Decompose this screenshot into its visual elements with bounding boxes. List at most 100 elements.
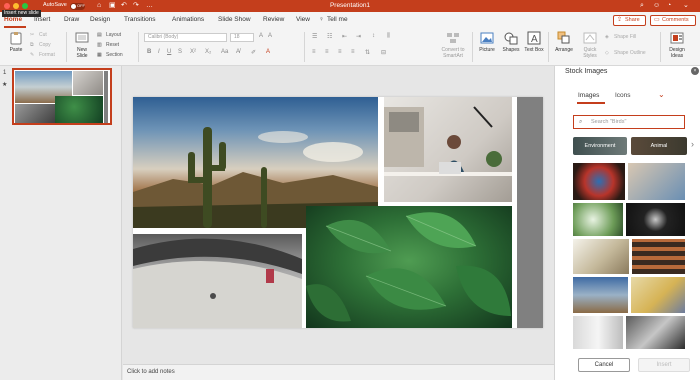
tab-tell-me[interactable]: Tell me (327, 16, 348, 23)
font-name-dropdown[interactable]: Calibri (Body) (144, 33, 227, 42)
align-text-icon[interactable]: ⊟ (381, 49, 386, 56)
tab-animations[interactable]: Animations (172, 16, 204, 23)
increase-font-icon[interactable]: A (259, 33, 263, 39)
chevron-right-icon[interactable]: › (691, 139, 694, 149)
arrange-button[interactable]: Arrange (552, 31, 576, 53)
change-case-icon[interactable]: Aa (221, 49, 228, 55)
decrease-font-icon[interactable]: A (268, 33, 272, 39)
subscript-icon[interactable]: X₂ (205, 49, 211, 55)
tab-images[interactable]: Images (578, 92, 599, 99)
stock-image-hands[interactable] (628, 163, 685, 200)
curved-architecture-image[interactable] (133, 234, 302, 328)
stock-image-book[interactable] (573, 316, 623, 349)
line-spacing-icon[interactable]: ↕ (372, 33, 375, 39)
font-color-icon[interactable]: A (266, 49, 270, 55)
green-leaves-image[interactable] (306, 206, 512, 328)
underline-icon[interactable]: U (167, 49, 171, 55)
paste-button[interactable]: Paste (6, 31, 26, 53)
category-chip-environment[interactable]: Environment (573, 137, 627, 155)
stock-image-architecture[interactable] (626, 316, 685, 349)
tab-transitions[interactable]: Transitions (124, 16, 156, 23)
bold-icon[interactable]: B (147, 49, 151, 55)
category-chip-animal[interactable]: Animal (631, 137, 687, 155)
search-icon[interactable]: ⌕ (640, 2, 644, 10)
smiley-icon[interactable]: ☺ (653, 2, 660, 10)
tab-view[interactable]: View (296, 16, 310, 23)
account-icon[interactable]: ◔ (667, 2, 671, 10)
new-slide-button[interactable]: New Slide (72, 31, 92, 59)
thumb-architecture-image (15, 104, 55, 123)
chevron-down-icon[interactable]: ⌄ (658, 90, 665, 99)
ribbon-options-icon[interactable]: ⌄ (683, 2, 689, 10)
tab-insert[interactable]: Insert (34, 16, 50, 23)
clear-formatting-icon[interactable]: A̸ (236, 49, 240, 55)
reset-icon[interactable]: ▥ (97, 42, 102, 48)
section-button[interactable]: Section (106, 52, 123, 58)
decrease-indent-icon[interactable]: ⇤ (342, 33, 347, 40)
tab-home[interactable]: Home (4, 16, 22, 23)
leaves-illustration (306, 212, 511, 322)
quick-styles-button[interactable]: Quick Styles (578, 31, 602, 59)
font-size-dropdown[interactable]: 18 (230, 33, 254, 42)
design-ideas-button[interactable]: Design Ideas (664, 31, 690, 59)
justify-icon[interactable]: ≡ (351, 49, 355, 55)
superscript-icon[interactable]: X² (190, 49, 196, 55)
stock-image-mandrill[interactable] (573, 163, 625, 200)
shape-outline-icon[interactable]: ◇ (605, 50, 609, 56)
stock-image-flower[interactable] (573, 203, 623, 236)
copy-icon[interactable]: ⧉ (30, 42, 34, 48)
tab-draw[interactable]: Draw (64, 16, 79, 23)
picture-button[interactable]: Picture (476, 31, 498, 53)
gray-accent-bar[interactable] (517, 97, 543, 328)
reset-button[interactable]: Reset (106, 42, 119, 48)
pane-title: Stock Images (565, 68, 608, 75)
columns-icon[interactable]: ⫼ (387, 33, 390, 40)
stock-image-sunlight-tree[interactable] (573, 239, 629, 274)
slide-thumbnail-1[interactable] (12, 68, 112, 125)
layout-button[interactable]: Layout (106, 32, 121, 38)
text-direction-icon[interactable]: ⇅ (365, 49, 370, 56)
section-icon[interactable]: ▦ (97, 52, 102, 58)
increase-indent-icon[interactable]: ⇥ (356, 33, 361, 40)
search-input[interactable]: ⌕ Search "Birds" (573, 115, 685, 129)
cancel-button[interactable]: Cancel (578, 358, 630, 372)
slide-canvas[interactable] (133, 97, 543, 328)
new-slide-label: New Slide (76, 47, 88, 59)
stock-image-woman-yellow[interactable] (631, 277, 685, 313)
format-painter-button[interactable]: Format (39, 52, 55, 58)
tab-design[interactable]: Design (90, 16, 110, 23)
strikethrough-icon[interactable]: S (178, 49, 182, 55)
tab-review[interactable]: Review (263, 16, 284, 23)
bullets-icon[interactable]: ☰ (312, 33, 317, 40)
shape-outline-button[interactable]: Shape Outline (614, 50, 646, 56)
align-left-icon[interactable]: ≡ (312, 49, 316, 55)
numbering-icon[interactable]: ☷ (327, 33, 332, 40)
shape-fill-icon[interactable]: ◈ (605, 34, 609, 40)
text-box-button[interactable]: A Text Box (523, 31, 545, 53)
format-painter-icon[interactable]: ✎ (30, 52, 34, 58)
cut-button[interactable]: Cut (39, 32, 47, 38)
italic-icon[interactable]: I (158, 49, 160, 55)
align-center-icon[interactable]: ≡ (325, 49, 329, 55)
office-woman-image[interactable] (384, 97, 512, 202)
cut-icon[interactable]: ✂ (30, 32, 34, 38)
share-button[interactable]: ⇪ Share (613, 15, 646, 26)
shape-fill-button[interactable]: Shape Fill (614, 34, 636, 40)
tab-icons[interactable]: Icons (615, 92, 631, 99)
close-icon[interactable]: × (691, 67, 699, 75)
insert-button[interactable]: Insert (638, 358, 690, 372)
align-right-icon[interactable]: ≡ (338, 49, 342, 55)
copy-button[interactable]: Copy (39, 42, 51, 48)
convert-smartart-button[interactable]: Convert to SmartArt (433, 31, 473, 59)
shapes-button[interactable]: Shapes (500, 31, 522, 53)
tab-slide-show[interactable]: Slide Show (218, 16, 251, 23)
layout-icon[interactable]: ▤ (97, 32, 102, 38)
comments-button[interactable]: ▭ Comments (650, 15, 696, 26)
tab-tell-me-icon[interactable]: ♀ (319, 16, 324, 23)
stock-image-cactus[interactable] (573, 277, 628, 313)
stock-image-food[interactable] (632, 239, 685, 274)
stock-image-dark-bird[interactable] (626, 203, 685, 236)
highlight-icon[interactable]: ✐ (251, 49, 256, 56)
slide-editor (123, 66, 554, 364)
notes-area[interactable]: Click to add notes (123, 364, 554, 380)
